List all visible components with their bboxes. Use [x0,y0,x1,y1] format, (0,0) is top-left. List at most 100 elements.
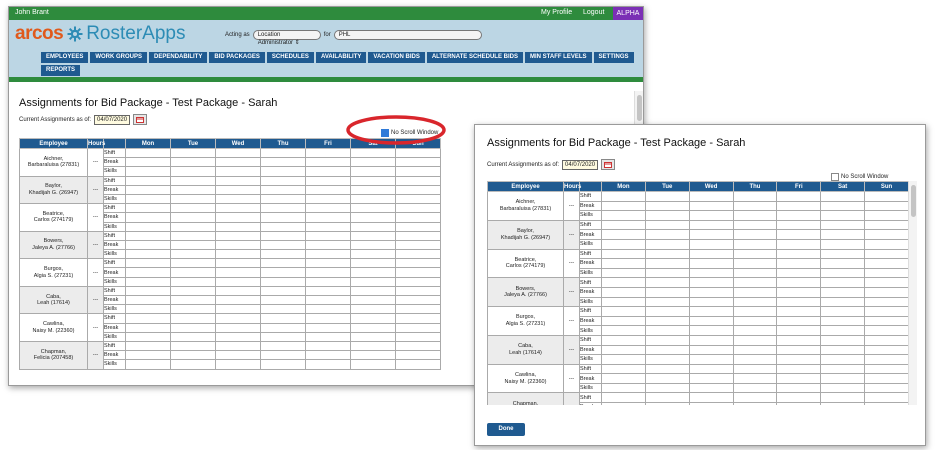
day-cell[interactable] [125,258,171,269]
day-cell[interactable] [260,258,306,269]
popup-day-cell[interactable] [644,267,690,279]
popup-day-cell[interactable] [776,200,822,212]
popup-day-cell[interactable] [864,296,909,308]
popup-day-cell[interactable] [864,277,909,288]
popup-day-cell[interactable] [864,315,909,327]
day-cell[interactable] [395,258,441,269]
day-cell[interactable] [170,166,216,177]
popup-day-cell[interactable] [688,402,734,405]
day-cell[interactable] [305,331,351,342]
popup-day-cell[interactable] [688,200,734,212]
popup-day-cell[interactable] [644,402,690,405]
popup-day-cell[interactable] [776,286,822,298]
day-cell[interactable] [305,166,351,177]
popup-day-cell[interactable] [776,229,822,240]
day-cell[interactable] [350,285,396,297]
day-cell[interactable] [260,350,306,361]
popup-day-cell[interactable] [601,200,646,212]
day-cell[interactable] [395,230,441,241]
popup-day-cell[interactable] [688,334,734,346]
popup-day-cell[interactable] [601,219,646,231]
popup-day-cell[interactable] [688,315,734,327]
day-cell[interactable] [305,359,351,370]
popup-day-cell[interactable] [688,382,734,394]
day-cell[interactable] [260,331,306,342]
day-cell[interactable] [125,267,171,278]
popup-day-cell[interactable] [864,392,909,404]
day-cell[interactable] [305,184,351,195]
popup-calendar-button[interactable] [601,159,616,170]
popup-day-cell[interactable] [644,334,690,346]
popup-day-cell[interactable] [732,258,778,269]
popup-day-cell[interactable] [732,392,778,404]
day-cell[interactable] [215,203,261,214]
day-cell[interactable] [395,249,441,260]
day-cell[interactable] [395,350,441,361]
popup-day-cell[interactable] [864,286,909,298]
popup-day-cell[interactable] [820,286,866,298]
day-cell[interactable] [125,313,171,324]
nav-bid-packages[interactable]: BID PACKAGES [209,52,265,63]
day-cell[interactable] [305,157,351,168]
day-cell[interactable] [395,340,441,352]
day-cell[interactable] [125,359,171,370]
day-cell[interactable] [125,230,171,241]
day-cell[interactable] [170,304,216,315]
popup-day-cell[interactable] [776,296,822,308]
popup-day-cell[interactable] [732,373,778,384]
popup-day-cell[interactable] [820,325,866,336]
popup-day-cell[interactable] [644,382,690,394]
popup-day-cell[interactable] [601,325,646,336]
popup-day-cell[interactable] [732,277,778,288]
nav-employees[interactable]: EMPLOYEES [41,52,89,63]
popup-day-cell[interactable] [820,238,866,250]
day-cell[interactable] [260,304,306,315]
popup-day-cell[interactable] [644,258,690,269]
day-cell[interactable] [305,340,351,352]
day-cell[interactable] [215,249,261,260]
popup-day-cell[interactable] [688,277,734,288]
popup-day-cell[interactable] [644,286,690,298]
popup-day-cell[interactable] [820,200,866,212]
day-cell[interactable] [260,322,306,333]
popup-day-cell[interactable] [688,296,734,308]
popup-day-cell[interactable] [820,229,866,240]
popup-day-cell[interactable] [688,219,734,231]
popup-day-cell[interactable] [688,354,734,365]
popup-day-cell[interactable] [601,344,646,356]
popup-day-cell[interactable] [776,325,822,336]
day-cell[interactable] [350,249,396,260]
popup-day-cell[interactable] [688,267,734,279]
popup-day-cell[interactable] [732,354,778,365]
day-cell[interactable] [215,276,261,287]
day-cell[interactable] [305,175,351,186]
popup-day-cell[interactable] [644,238,690,250]
popup-day-cell[interactable] [776,344,822,356]
popup-day-cell[interactable] [864,210,909,221]
day-cell[interactable] [170,258,216,269]
popup-day-cell[interactable] [688,248,734,260]
popup-day-cell[interactable] [644,392,690,404]
day-cell[interactable] [395,304,441,315]
day-cell[interactable] [260,203,306,214]
popup-day-cell[interactable] [601,286,646,298]
day-cell[interactable] [260,294,306,306]
day-cell[interactable] [215,239,261,251]
popup-day-cell[interactable] [732,219,778,231]
popup-day-cell[interactable] [644,306,690,317]
popup-day-cell[interactable] [732,200,778,212]
popup-day-cell[interactable] [601,373,646,384]
popup-day-cell[interactable] [776,373,822,384]
day-cell[interactable] [125,184,171,195]
location-select[interactable]: PHL [333,30,482,40]
day-cell[interactable] [215,221,261,232]
popup-day-cell[interactable] [732,210,778,221]
day-cell[interactable] [305,285,351,297]
day-cell[interactable] [170,322,216,333]
popup-day-cell[interactable] [732,315,778,327]
popup-day-cell[interactable] [601,258,646,269]
day-cell[interactable] [125,175,171,186]
popup-day-cell[interactable] [601,382,646,394]
popup-day-cell[interactable] [820,373,866,384]
day-cell[interactable] [125,340,171,352]
